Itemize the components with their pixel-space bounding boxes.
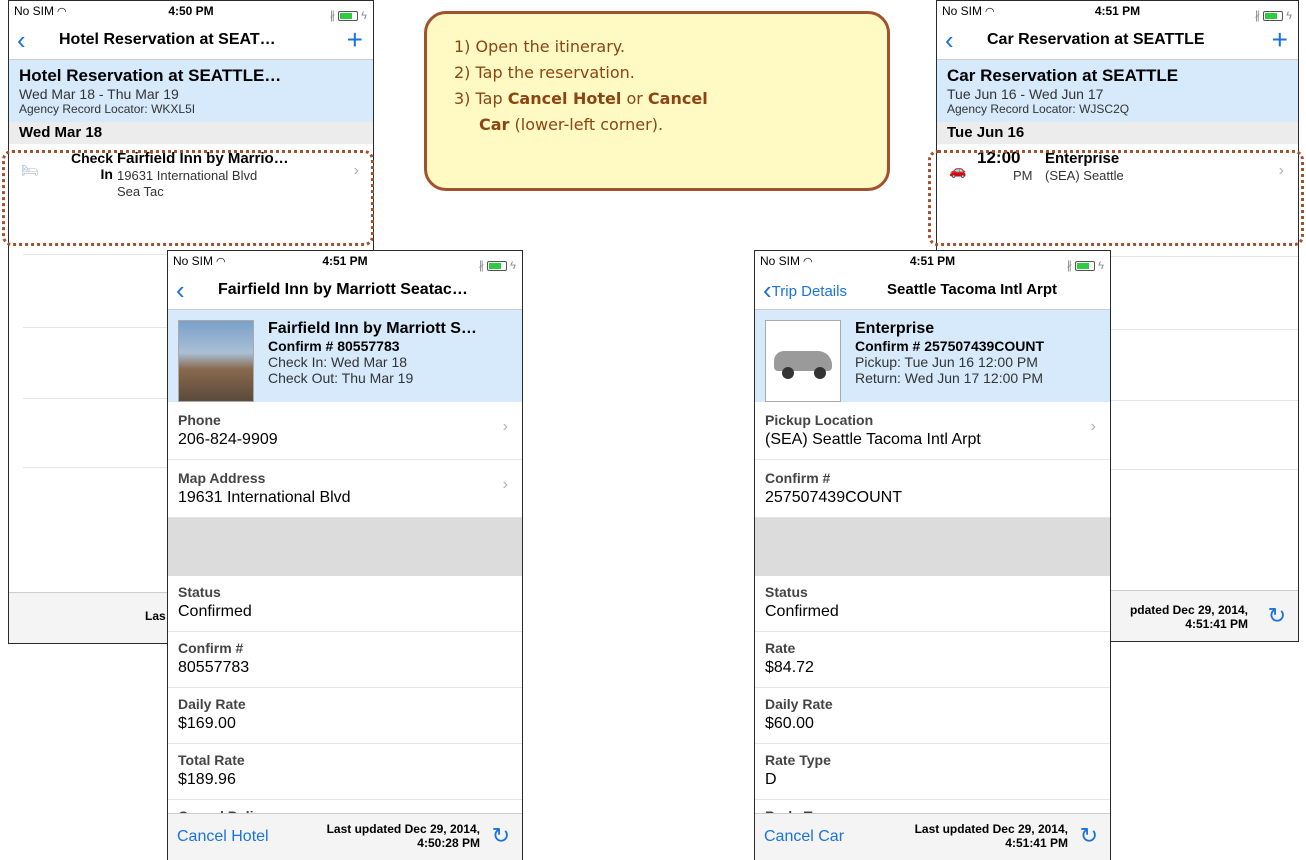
- section-header: Wed Mar 18: [9, 122, 373, 144]
- rate-field: Rate $84.72: [755, 632, 1110, 688]
- confirm-number: Confirm # 80557783: [268, 338, 400, 354]
- bottom-bar: Cancel Hotel Last updated Dec 29, 2014, 4…: [168, 813, 522, 860]
- map-address-field[interactable]: Map Address 19631 International Blvd ›: [168, 460, 522, 518]
- reservation-title: Hotel Reservation at SEATTLE…: [19, 66, 282, 85]
- add-icon[interactable]: +: [347, 21, 363, 59]
- refresh-icon[interactable]: ↻: [1268, 603, 1286, 629]
- cancel-car-button[interactable]: Cancel Car: [764, 828, 844, 846]
- daily-rate-field: Daily Rate $60.00: [755, 688, 1110, 744]
- nav-bar: ‹ Fairfield Inn by Marriott Seatac…: [168, 271, 522, 310]
- return-time: Return: Wed Jun 17 12:00 PM: [855, 370, 1044, 386]
- status-bar: No SIM ◠ 4:51 PM ∦ ϟ: [937, 1, 1298, 22]
- daily-rate-field: Daily Rate $169.00: [168, 688, 522, 744]
- record-locator: Agency Record Locator: WJSC2Q: [947, 102, 1130, 116]
- last-updated-partial: Las: [145, 609, 166, 623]
- step-2: 2) Tap the reservation.: [454, 63, 635, 82]
- car-row-highlight: [928, 150, 1304, 246]
- add-icon[interactable]: +: [1272, 21, 1288, 59]
- back-chevron-icon[interactable]: ‹: [945, 21, 954, 59]
- record-locator: Agency Record Locator: WKXL5I: [19, 102, 196, 116]
- rate-type-field: Rate Type D: [755, 744, 1110, 800]
- pickup-location-field[interactable]: Pickup Location (SEA) Seattle Tacoma Intl…: [755, 402, 1110, 460]
- last-updated: Last updated Dec 29, 2014, 4:51:41 PM: [914, 822, 1068, 850]
- nav-title: Seattle Tacoma Intl Arpt: [887, 281, 1058, 298]
- reservation-header: Hotel Reservation at SEATTLE… Wed Mar 18…: [9, 60, 373, 122]
- last-updated: pdated Dec 29, 2014, 4:51:41 PM: [1129, 603, 1248, 631]
- section-header: Tue Jun 16: [937, 122, 1298, 144]
- detail-header: Enterprise Confirm # 257507439COUNT Pick…: [755, 310, 1110, 402]
- phone-field[interactable]: Phone 206-824-9909 ›: [168, 402, 522, 460]
- step-1: 1) Open the itinerary.: [454, 37, 626, 56]
- nav-bar: ‹Trip Details Seattle Tacoma Intl Arpt: [755, 271, 1110, 310]
- hotel-title: Fairfield Inn by Marriott S…: [268, 320, 477, 337]
- bottom-bar: Cancel Car Last updated Dec 29, 2014, 4:5…: [755, 813, 1110, 860]
- status-bar: No SIM ◠ 4:51 PM ∦ ϟ: [755, 251, 1110, 272]
- instruction-callout: 1) Open the itinerary. 2) Tap the reserv…: [424, 11, 890, 191]
- clock: 4:51 PM: [1094, 4, 1141, 18]
- nav-title: Hotel Reservation at SEAT…: [59, 31, 276, 48]
- car-photo: [765, 320, 841, 402]
- step-3-cont: Car (lower-left corner).: [479, 115, 664, 134]
- reservation-dates: Wed Mar 18 - Thu Mar 19: [19, 86, 179, 102]
- nav-title: Fairfield Inn by Marriott Seatac…: [218, 281, 468, 298]
- total-rate-field: Total Rate $189.96: [168, 744, 522, 800]
- back-chevron-icon: ‹: [763, 275, 772, 305]
- status-bar: No SIM ◠ 4:51 PM ∦ ϟ: [168, 251, 522, 272]
- chevron-right-icon: ›: [502, 476, 508, 493]
- status-bar: No SIM ◠ 4:50 PM ∦ ϟ: [9, 1, 373, 22]
- hotel-photo: [178, 320, 254, 402]
- hotel-detail-screen: No SIM ◠ 4:51 PM ∦ ϟ ‹ Fairfield Inn by M…: [167, 250, 523, 860]
- check-out: Check Out: Thu Mar 19: [268, 370, 414, 386]
- status-field: Status Confirmed: [168, 576, 522, 632]
- refresh-icon[interactable]: ↻: [1080, 823, 1098, 849]
- confirm-number: Confirm # 257507439COUNT: [855, 338, 1045, 354]
- reservation-header: Car Reservation at SEATTLE Tue Jun 16 - …: [937, 60, 1298, 122]
- nav-bar: ‹ Car Reservation at SEATTLE +: [937, 21, 1298, 60]
- confirm-field: Confirm #257507439COUNT: [755, 460, 1110, 518]
- back-chevron-icon[interactable]: ‹: [176, 271, 185, 309]
- nav-title: Car Reservation at SEATTLE: [987, 31, 1205, 48]
- cancel-hotel-button[interactable]: Cancel Hotel: [177, 828, 269, 846]
- confirm-field: Confirm #80557783: [168, 632, 522, 688]
- car-detail-screen: No SIM ◠ 4:51 PM ∦ ϟ ‹Trip Details Seattl…: [754, 250, 1111, 860]
- status-field: Status Confirmed: [755, 576, 1110, 632]
- pickup-time: Pickup: Tue Jun 16 12:00 PM: [855, 354, 1038, 370]
- back-button[interactable]: ‹Trip Details: [763, 271, 847, 311]
- reservation-dates: Tue Jun 16 - Wed Jun 17: [947, 86, 1104, 102]
- back-chevron-icon[interactable]: ‹: [17, 21, 26, 59]
- check-in: Check In: Wed Mar 18: [268, 354, 408, 370]
- hotel-row-highlight: [2, 150, 374, 246]
- nav-bar: ‹ Hotel Reservation at SEAT… +: [9, 21, 373, 60]
- step-3: 3) Tap Cancel Hotel or Cancel: [454, 89, 708, 108]
- clock: 4:50 PM: [168, 4, 214, 18]
- chevron-right-icon: ›: [502, 418, 508, 435]
- vendor-title: Enterprise: [855, 320, 935, 337]
- refresh-icon[interactable]: ↻: [492, 823, 510, 849]
- reservation-title: Car Reservation at SEATTLE: [947, 66, 1179, 85]
- detail-header: Fairfield Inn by Marriott S… Confirm # 8…: [168, 310, 522, 402]
- last-updated: Last updated Dec 29, 2014, 4:50:28 PM: [326, 822, 480, 850]
- clock: 4:51 PM: [909, 254, 956, 268]
- chevron-right-icon: ›: [1090, 418, 1096, 435]
- clock: 4:51 PM: [322, 254, 368, 268]
